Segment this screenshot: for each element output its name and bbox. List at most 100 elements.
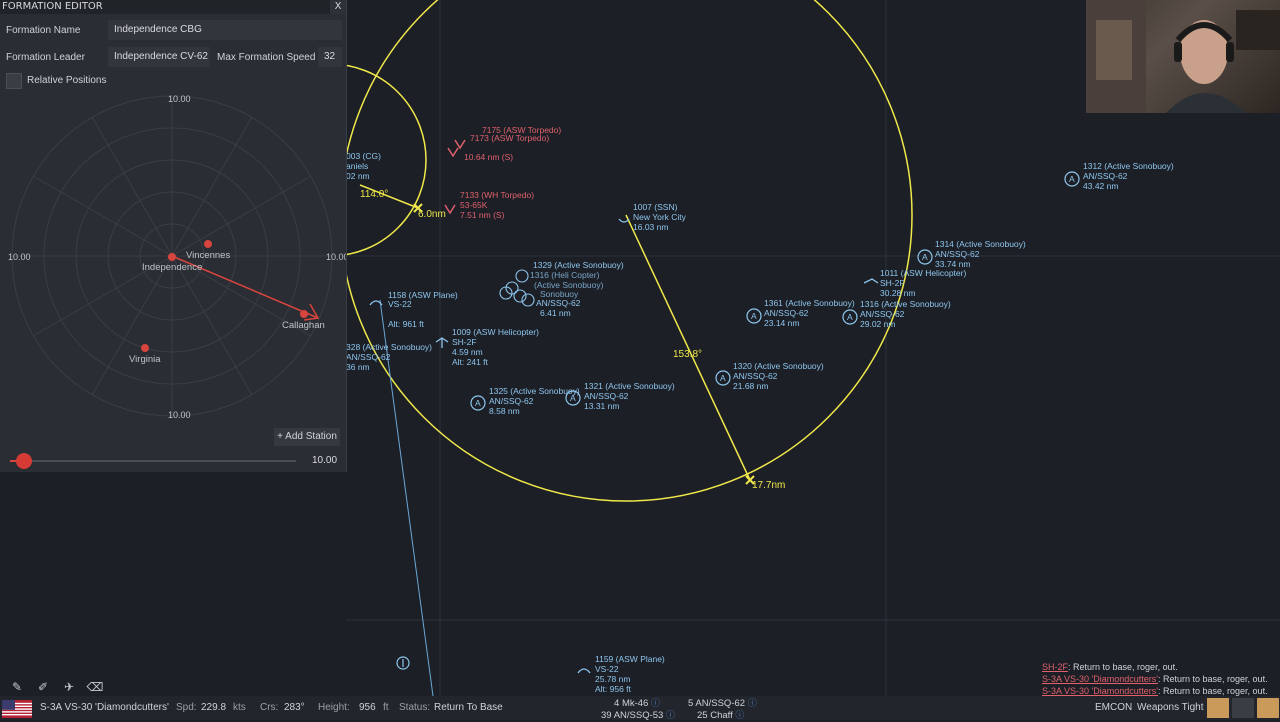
svg-text:36 nm: 36 nm (346, 362, 370, 372)
unit-label-virginia: Virginia (129, 354, 161, 365)
formation-leader-select[interactable]: Independence CV-62 (108, 47, 210, 67)
contact-cluster[interactable]: 1329 (Active Sonobuoy) 1316 (Heli Copter… (499, 260, 624, 318)
weapons-state-button[interactable]: Weapons Tight (1137, 696, 1204, 720)
height-value: 956 (359, 702, 376, 713)
svg-text:1011 (ASW Helicopter): 1011 (ASW Helicopter) (880, 268, 966, 278)
eraser-icon[interactable]: ⌫ (84, 678, 106, 696)
formation-name-input[interactable]: Independence CBG (108, 20, 342, 40)
weapon-anssq53[interactable]: 39 AN/SSQ-53 ⓘ (601, 709, 675, 722)
svg-text:AN/SSQ-62: AN/SSQ-62 (1083, 171, 1128, 181)
sonobuoy-1325[interactable]: A 1325 (Active Sonobuoy) AN/SSQ-62 8.58 … (470, 386, 580, 416)
svg-text:13.31 nm: 13.31 nm (584, 401, 619, 411)
add-station-button[interactable]: + Add Station (274, 428, 340, 446)
selected-unit-name[interactable]: S-3A VS-30 'Diamondcutters' (40, 696, 169, 720)
svg-text:8.58 nm: 8.58 nm (489, 406, 520, 416)
emcon-button[interactable]: EMCON (1095, 696, 1132, 720)
torpedo-contact-1[interactable]: 7133 (WH Torpedo) 53-65K 7.51 nm (S) (444, 190, 534, 220)
max-speed-label: Max Formation Speed (217, 52, 316, 63)
svg-text:AN/SSQ-62: AN/SSQ-62 (733, 371, 778, 381)
sonobuoy-1312[interactable]: A 1312 (Active Sonobuoy) AN/SSQ-62 43.42… (1064, 161, 1174, 191)
scale-slider-track[interactable] (10, 460, 296, 462)
pin-icon[interactable]: ✈ (58, 678, 80, 696)
message-line: S-3A VS-30 'Diamondcutters': Return to b… (1042, 674, 1268, 684)
svg-text:23.14 nm: 23.14 nm (764, 318, 799, 328)
unit-marker-callaghan[interactable] (300, 310, 308, 318)
formation-leader-label: Formation Leader (6, 52, 85, 63)
scale-slider-handle[interactable] (16, 453, 33, 469)
svg-text:1159 (ASW Plane): 1159 (ASW Plane) (595, 654, 665, 664)
svg-text:VS-22: VS-22 (388, 299, 412, 309)
unit-marker-independence[interactable] (168, 253, 176, 261)
formation-polar-plot[interactable]: 10.00 10.00 10.00 10.00 Independence Vin… (0, 92, 346, 422)
scale-slider-value: 10.00 (312, 455, 338, 466)
formation-editor-title: FORMATION EDITOR X (0, 0, 346, 14)
svg-text:25.78 nm: 25.78 nm (595, 674, 630, 684)
svg-text:A: A (720, 373, 726, 383)
info-icon: ⓘ (650, 698, 660, 708)
info-icon: ⓘ (735, 710, 745, 720)
svg-text:30.28 nm: 30.28 nm (880, 288, 915, 298)
message-source-link[interactable]: S-3A VS-30 'Diamondcutters' (1042, 674, 1158, 684)
pen-icon[interactable]: ✐ (32, 678, 54, 696)
svg-text:A: A (1069, 174, 1075, 184)
range-6nm: 6.0nm (418, 209, 446, 220)
menu-button[interactable] (1232, 698, 1254, 718)
helicopter-1011[interactable]: 1011 (ASW Helicopter) SH-2F 30.28 nm (863, 268, 966, 298)
message-source-link[interactable]: SH-2F (1042, 662, 1068, 672)
helicopter-icon (863, 278, 879, 284)
base-marker[interactable] (396, 656, 410, 670)
svg-text:1325 (Active Sonobuoy): 1325 (Active Sonobuoy) (489, 386, 580, 396)
max-speed-input[interactable]: 32 (318, 47, 342, 67)
ring-label-right: 10.00 (326, 252, 346, 262)
course-value: 283° (284, 702, 305, 713)
sonobuoy-1320[interactable]: A 1320 (Active Sonobuoy) AN/SSQ-62 21.68… (715, 361, 824, 391)
svg-text:AN/SSQ-62: AN/SSQ-62 (860, 309, 905, 319)
torpedo-contact-group[interactable]: 7175 (ASW Torpedo) 7173 (ASW Torpedo) 10… (447, 125, 561, 162)
message-log: SH-2F: Return to base, roger, out. S-3A … (1042, 661, 1280, 697)
svg-text:VS-22: VS-22 (595, 664, 619, 674)
info-icon: ⓘ (665, 710, 675, 720)
helicopter-1009[interactable]: 1009 (ASW Helicopter) SH-2F 4.59 nm Alt:… (435, 327, 539, 367)
svg-text:1314 (Active Sonobuoy): 1314 (Active Sonobuoy) (935, 239, 1026, 249)
unit-label-independence: Independence (142, 262, 202, 273)
svg-text:29.02 nm: 29.02 nm (860, 319, 895, 329)
svg-text:7173 (ASW Torpedo): 7173 (ASW Torpedo) (470, 133, 549, 143)
ruler-icon[interactable]: ✎ (6, 678, 28, 696)
svg-text:1320 (Active Sonobuoy): 1320 (Active Sonobuoy) (733, 361, 824, 371)
svg-text:1316 (Active Sonobuoy): 1316 (Active Sonobuoy) (860, 299, 951, 309)
bearing-114: 114.0° (360, 189, 388, 200)
svg-text:1007 (SSN): 1007 (SSN) (633, 202, 678, 212)
close-button[interactable]: X (330, 0, 346, 14)
svg-text:1312 (Active Sonobuoy): 1312 (Active Sonobuoy) (1083, 161, 1174, 171)
sonobuoy-1321[interactable]: A 1321 (Active Sonobuoy) AN/SSQ-62 13.31… (565, 381, 675, 411)
ring-label-top: 10.00 (168, 94, 191, 104)
message-source-link[interactable]: S-3A VS-30 'Diamondcutters' (1042, 686, 1158, 696)
sonobuoy-1314[interactable]: A 1314 (Active Sonobuoy) AN/SSQ-62 33.74… (917, 239, 1026, 269)
svg-text:AN/SSQ-62: AN/SSQ-62 (935, 249, 980, 259)
unit-marker-virginia[interactable] (141, 344, 149, 352)
relative-positions-checkbox[interactable] (6, 73, 22, 89)
contact-1007-ssn[interactable]: 1007 (SSN) New York City 16.03 nm (618, 202, 687, 232)
formation-name-label: Formation Name (6, 25, 81, 36)
webcam-overlay (1086, 0, 1280, 113)
message-line: SH-2F: Return to base, roger, out. (1042, 662, 1178, 672)
svg-text:A: A (922, 252, 928, 262)
bearing-153: 153.8° (673, 349, 702, 360)
svg-text:4.59 nm: 4.59 nm (452, 347, 483, 357)
svg-text:AN/SSQ-62: AN/SSQ-62 (346, 352, 391, 362)
svg-text:AN/SSQ-62: AN/SSQ-62 (489, 396, 534, 406)
svg-text:1009 (ASW Helicopter): 1009 (ASW Helicopter) (452, 327, 539, 337)
relative-positions-label: Relative Positions (27, 75, 107, 86)
grid-button[interactable] (1257, 698, 1279, 718)
unit-marker-vincennes[interactable] (204, 240, 212, 248)
plane-1159[interactable]: 1159 (ASW Plane) VS-22 25.78 nm Alt: 956… (577, 654, 665, 694)
weapon-chaff[interactable]: 25 Chaff ⓘ (697, 709, 744, 722)
sonobuoy-1361[interactable]: A 1361 (Active Sonobuoy) AN/SSQ-62 23.14… (746, 298, 855, 328)
svg-text:Alt: 241 ft: Alt: 241 ft (452, 357, 489, 367)
svg-text:1321 (Active Sonobuoy): 1321 (Active Sonobuoy) (584, 381, 675, 391)
doctrine-button[interactable] (1207, 698, 1229, 718)
sonobuoy-1316[interactable]: A 1316 (Active Sonobuoy) AN/SSQ-62 29.02… (842, 299, 951, 329)
torpedo-icon (447, 147, 459, 158)
unit-status-value: Return To Base (434, 702, 503, 713)
svg-text:328 (Active Sonobuoy): 328 (Active Sonobuoy) (346, 342, 432, 352)
